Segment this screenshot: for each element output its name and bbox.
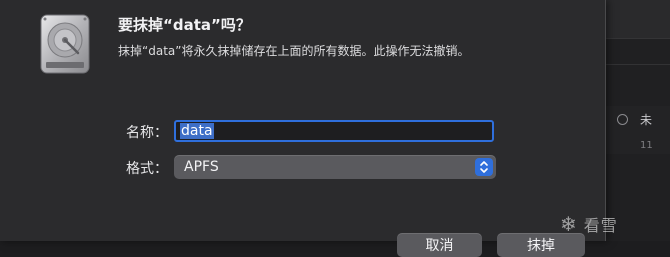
background-list-row[interactable] <box>606 106 670 154</box>
erase-dialog: 要抹掉“data”吗？ 抹掉“data”将永久抹掉储存在上面的所有数据。此操作无… <box>0 0 606 257</box>
erase-button[interactable]: 抹掉 <box>497 233 585 257</box>
watermark-text: 看雪 <box>583 216 618 235</box>
name-input-value[interactable]: data <box>180 123 214 139</box>
name-input[interactable]: data <box>174 120 494 142</box>
name-label: 名称： <box>126 125 168 141</box>
background-row-subtext: 11 <box>640 140 653 151</box>
watermark: ❄ 看雪 <box>560 212 618 236</box>
snowflake-icon: ❄ <box>560 212 578 236</box>
background-divider <box>606 64 670 65</box>
format-select-value: APFS <box>184 159 219 175</box>
format-select[interactable]: APFS <box>174 155 496 179</box>
format-label: 格式： <box>126 161 168 177</box>
background-row-text: 未 <box>640 113 653 127</box>
hard-disk-icon <box>40 14 90 74</box>
cancel-button[interactable]: 取消 <box>397 233 482 257</box>
chevron-up-down-icon[interactable] <box>475 158 493 176</box>
background-toolbar <box>606 0 670 39</box>
dialog-title: 要抹掉“data”吗？ <box>118 16 251 34</box>
dialog-message: 抹掉“data”将永久抹掉储存在上面的所有数据。此操作无法撤销。 <box>118 44 470 58</box>
background-radio-icon[interactable] <box>617 114 628 125</box>
